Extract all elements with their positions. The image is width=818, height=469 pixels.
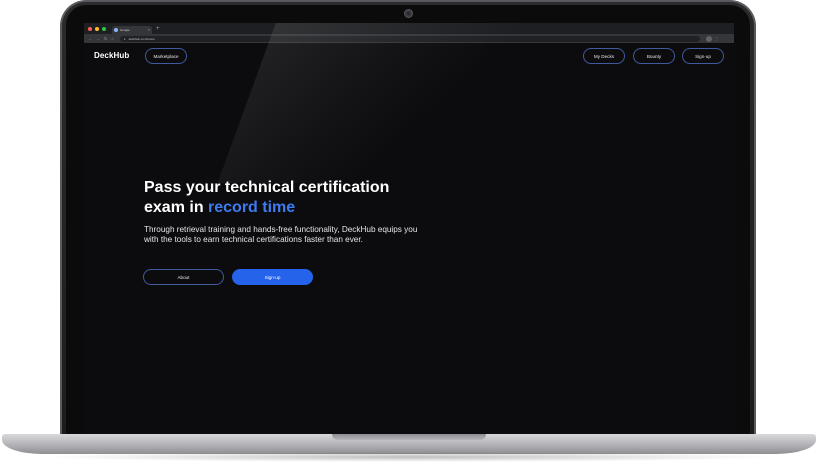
laptop-base-notch [332,434,486,440]
nav-signup-button[interactable]: Sign-up [682,48,724,64]
forward-icon[interactable]: → [96,36,100,41]
favicon-icon [114,28,118,32]
site-header: DeckHub Marketplace My Decks Bounty Sign… [84,47,734,65]
hero-title: Pass your technical certification exam i… [144,178,444,218]
laptop-screen: Google × + ← → ↻ ⌂ ● deckhub.com/home ⋮ … [84,23,734,435]
browser-menu-icon[interactable]: ⋮ [715,36,719,41]
reload-icon[interactable]: ↻ [104,36,107,41]
hero-title-prefix: exam in [144,199,209,216]
window-controls [88,26,106,31]
hero-title-accent: record time [208,199,296,216]
browser-tab-bar: Google × + [84,23,734,34]
camera-icon [404,9,413,18]
tab-close-icon[interactable]: × [148,28,150,32]
new-tab-button[interactable]: + [156,26,160,32]
tab-title: Google [120,28,130,32]
hero-subtitle: Through retrieval training and hands-fre… [144,225,418,244]
about-button[interactable]: About [143,269,224,285]
close-window-button[interactable] [88,26,92,31]
home-icon[interactable]: ⌂ [111,36,113,41]
minimize-window-button[interactable] [95,26,99,31]
laptop-shadow [40,452,778,462]
signup-button[interactable]: Sign-up [232,269,313,285]
site-logo[interactable]: DeckHub [94,51,129,60]
back-icon[interactable]: ← [88,36,92,41]
lock-icon: ● [123,36,126,41]
address-bar[interactable]: ● deckhub.com/home [119,35,700,42]
browser-toolbar: ← → ↻ ⌂ ● deckhub.com/home ⋮ [84,34,734,43]
hero-title-line1: Pass your technical certification [144,179,390,196]
nav-marketplace-button[interactable]: Marketplace [145,48,187,64]
maximize-window-button[interactable] [102,26,106,31]
nav-bounty-button[interactable]: Bounty [633,48,675,64]
browser-tab[interactable]: Google × [112,26,152,34]
browser-nav: ← → ↻ ⌂ [88,36,114,41]
url-text: deckhub.com/home [128,36,155,41]
profile-avatar-icon[interactable] [705,35,712,42]
nav-my-decks-button[interactable]: My Decks [583,48,625,64]
